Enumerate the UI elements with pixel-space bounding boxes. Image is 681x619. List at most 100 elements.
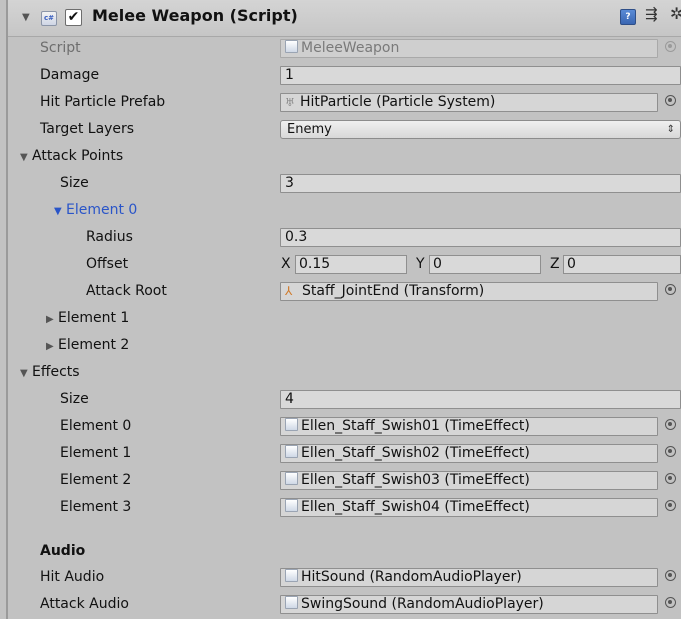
effect-element-value: Ellen_Staff_Swish01 (TimeEffect) [301, 418, 530, 434]
gear-icon[interactable]: ✲ [670, 4, 681, 23]
attack-points-label[interactable]: ▼ Attack Points [20, 148, 123, 164]
particle-system-icon: ♅ [285, 96, 295, 109]
offset-row: Offset X 0.15 Y 0 Z 0 [8, 253, 681, 277]
attack-root-label: Attack Root [86, 283, 167, 299]
offset-y-input[interactable]: 0 [429, 255, 541, 274]
hit-audio-object-picker-icon[interactable] [665, 570, 676, 581]
attack-points-foldout[interactable]: ▼ Attack Points [8, 145, 681, 169]
hit-audio-field[interactable]: HitSound (RandomAudioPlayer) [280, 568, 658, 587]
effect-element-field[interactable]: Ellen_Staff_Swish03 (TimeEffect) [280, 471, 658, 490]
presets-icon[interactable]: ⇶ [645, 5, 658, 23]
effect-element-field[interactable]: Ellen_Staff_Swish01 (TimeEffect) [280, 417, 658, 436]
target-layers-row: Target Layers Enemy ⇕ [8, 118, 681, 142]
effect-element-value: Ellen_Staff_Swish03 (TimeEffect) [301, 472, 530, 488]
effect-element-label: Element 1 [60, 445, 132, 461]
script-asset-icon [285, 445, 298, 458]
effect-object-picker-icon[interactable] [665, 500, 676, 511]
effect-object-picker-icon[interactable] [665, 446, 676, 457]
attack-points-size-row: Size 3 [8, 172, 681, 196]
attack-audio-value: SwingSound (RandomAudioPlayer) [301, 596, 544, 612]
hit-particle-row: Hit Particle Prefab ♅ HitParticle (Partic… [8, 91, 681, 115]
script-asset-icon [285, 596, 298, 609]
transform-icon: ⅄ [285, 284, 293, 298]
hit-audio-label: Hit Audio [40, 569, 105, 585]
audio-header-row: Audio [8, 540, 681, 564]
expand-arrow-icon: ▼ [54, 206, 62, 217]
component-enabled-checkbox[interactable]: ✔ [65, 9, 82, 26]
damage-row: Damage 1 [8, 64, 681, 88]
attack-audio-object-picker-icon[interactable] [665, 597, 676, 608]
attack-point-element-2-foldout[interactable]: ▶ Element 2 [8, 334, 681, 358]
attack-audio-label: Attack Audio [40, 596, 129, 612]
attack-root-field[interactable]: ⅄ Staff_JointEnd (Transform) [280, 282, 658, 301]
target-layers-value: Enemy [287, 122, 332, 137]
hit-particle-label: Hit Particle Prefab [40, 94, 166, 110]
hit-audio-row: Hit Audio HitSound (RandomAudioPlayer) [8, 566, 681, 590]
target-layers-label: Target Layers [40, 121, 135, 137]
target-layers-dropdown[interactable]: Enemy ⇕ [280, 120, 681, 139]
script-row: Script MeleeWeapon [8, 37, 681, 61]
offset-x-value: 0.15 [299, 256, 331, 272]
effects-size-value: 4 [285, 391, 294, 407]
offset-z-input[interactable]: 0 [563, 255, 681, 274]
expand-arrow-icon: ▼ [20, 152, 28, 163]
offset-z-label: Z [550, 256, 560, 272]
component-header[interactable]: ▼ c# ✔ Melee Weapon (Script) ? ⇶ ✲ [8, 0, 681, 37]
effect-object-picker-icon[interactable] [665, 419, 676, 430]
offset-label: Offset [86, 256, 129, 272]
script-asset-icon [285, 569, 298, 582]
offset-x-label: X [281, 256, 291, 272]
effect-element-field[interactable]: Ellen_Staff_Swish04 (TimeEffect) [280, 498, 658, 517]
offset-z-value: 0 [567, 256, 576, 272]
expand-arrow-icon: ▼ [20, 368, 28, 379]
attack-point-element-1-foldout[interactable]: ▶ Element 1 [8, 307, 681, 331]
attack-audio-row: Attack Audio SwingSound (RandomAudioPlay… [8, 593, 681, 617]
effect-object-picker-icon[interactable] [665, 473, 676, 484]
hit-particle-value: HitParticle (Particle System) [300, 94, 496, 110]
damage-input[interactable]: 1 [280, 66, 681, 85]
effects-size-input[interactable]: 4 [280, 390, 681, 409]
script-asset-icon [285, 40, 298, 53]
radius-value: 0.3 [285, 229, 308, 245]
script-label: Script [40, 40, 81, 56]
attack-point-element-0-label[interactable]: ▼ Element 0 [54, 202, 137, 218]
attack-points-size-input[interactable]: 3 [280, 174, 681, 193]
hit-particle-field[interactable]: ♅ HitParticle (Particle System) [280, 93, 658, 112]
attack-point-element-1-label[interactable]: ▶ Element 1 [46, 310, 129, 326]
csharp-script-icon: c# [41, 11, 57, 26]
hit-audio-value: HitSound (RandomAudioPlayer) [301, 569, 522, 585]
effect-row: Element 1 Ellen_Staff_Swish02 (TimeEffec… [8, 442, 681, 466]
attack-points-size-label: Size [60, 175, 89, 191]
audio-heading: Audio [40, 543, 86, 559]
damage-value: 1 [285, 67, 294, 83]
attack-root-object-picker-icon[interactable] [665, 284, 676, 295]
attack-point-element-2-label[interactable]: ▶ Element 2 [46, 337, 129, 353]
offset-x-input[interactable]: 0.15 [295, 255, 407, 274]
effect-element-field[interactable]: Ellen_Staff_Swish02 (TimeEffect) [280, 444, 658, 463]
attack-point-element-0-foldout[interactable]: ▼ Element 0 [8, 199, 681, 223]
script-asset-icon [285, 472, 298, 485]
attack-root-row: Attack Root ⅄ Staff_JointEnd (Transform) [8, 280, 681, 304]
effect-row: Element 3 Ellen_Staff_Swish04 (TimeEffec… [8, 496, 681, 520]
effects-label[interactable]: ▼ Effects [20, 364, 80, 380]
damage-label: Damage [40, 67, 100, 83]
effects-size-row: Size 4 [8, 388, 681, 412]
component-foldout-arrow-icon[interactable]: ▼ [22, 12, 30, 23]
offset-y-value: 0 [433, 256, 442, 272]
effect-element-label: Element 2 [60, 472, 132, 488]
attack-audio-field[interactable]: SwingSound (RandomAudioPlayer) [280, 595, 658, 614]
effects-foldout[interactable]: ▼ Effects [8, 361, 681, 385]
collapse-arrow-icon: ▶ [46, 314, 54, 325]
help-book-icon[interactable]: ? [620, 9, 636, 25]
script-field: MeleeWeapon [280, 39, 658, 58]
effect-element-value: Ellen_Staff_Swish02 (TimeEffect) [301, 445, 530, 461]
radius-row: Radius 0.3 [8, 226, 681, 250]
hit-particle-object-picker-icon[interactable] [665, 95, 676, 106]
script-asset-icon [285, 418, 298, 431]
effect-element-value: Ellen_Staff_Swish04 (TimeEffect) [301, 499, 530, 515]
radius-input[interactable]: 0.3 [280, 228, 681, 247]
script-object-picker-icon [665, 41, 676, 52]
effects-size-label: Size [60, 391, 89, 407]
script-value: MeleeWeapon [301, 40, 400, 56]
component-title: Melee Weapon (Script) [92, 6, 298, 25]
